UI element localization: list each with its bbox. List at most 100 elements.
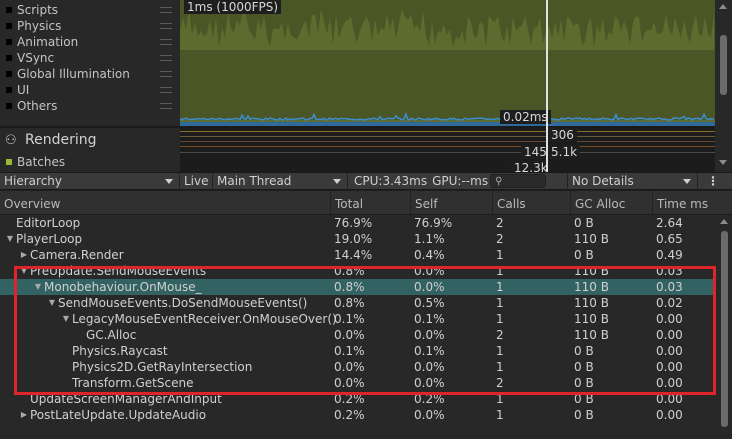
scroll-thumb[interactable] — [720, 35, 727, 95]
render-line — [180, 131, 715, 132]
chevron-down-icon — [333, 178, 341, 184]
expanded-arrow-icon[interactable]: ▼ — [32, 279, 44, 295]
cell-calls: 1 — [496, 360, 504, 374]
cell-gc: 110 B — [574, 328, 609, 342]
live-toggle[interactable]: Live — [180, 174, 212, 188]
cell-time: 0.00 — [656, 408, 683, 422]
drag-handle-icon[interactable] — [160, 103, 172, 109]
table-row[interactable]: Transform.GetScene 0.0% 0.0% 2 0 B 0.00 — [0, 375, 716, 391]
cell-total: 76.9% — [334, 216, 373, 230]
table-row[interactable]: GC.Alloc 0.0% 0.0% 2 110 B 0.00 — [0, 327, 716, 343]
drag-handle-icon[interactable] — [160, 87, 172, 93]
legend-item[interactable]: UI — [6, 82, 176, 98]
legend-item[interactable]: Physics — [6, 18, 176, 34]
table-row[interactable]: ▼ PlayerLoop 19.0% 1.1% 2 110 B 0.65 — [0, 231, 716, 247]
chevron-down-icon — [683, 178, 691, 184]
legend-label: Global Illumination — [17, 67, 130, 81]
expanded-arrow-icon[interactable]: ▼ — [46, 295, 58, 311]
row-name-cell: ▼ Monobehaviour.OnMouse_ — [32, 279, 202, 295]
drag-handle-icon[interactable] — [160, 55, 172, 61]
drag-handle-icon[interactable] — [160, 7, 172, 13]
frame-cursor[interactable] — [546, 0, 548, 172]
legend-item[interactable]: Global Illumination — [6, 66, 176, 82]
drag-handle-icon[interactable] — [160, 23, 172, 29]
scroll-up-icon[interactable] — [719, 4, 727, 9]
cell-gc: 110 B — [574, 232, 609, 246]
table-row[interactable]: ▶ Camera.Render 14.4% 0.4% 1 0 B 0.49 — [0, 247, 716, 263]
collapsed-arrow-icon[interactable]: ▶ — [18, 407, 30, 423]
column-header[interactable]: Time ms — [652, 191, 712, 215]
cell-self: 0.1% — [414, 344, 445, 358]
render-value-12.3k: 12.3k — [511, 161, 551, 172]
rendering-chart[interactable]: 306 145 5.1k 12.3k — [180, 126, 715, 172]
rendering-title: Rendering — [25, 132, 97, 148]
legend-swatch — [6, 55, 12, 61]
collapsed-arrow-icon[interactable]: ▶ — [18, 247, 30, 263]
legend-label: Others — [17, 99, 58, 113]
search-field[interactable]: ⚲ — [490, 174, 547, 188]
scroll-up-icon[interactable] — [720, 219, 728, 224]
cell-total: 0.2% — [334, 392, 365, 406]
cell-total: 0.0% — [334, 360, 365, 374]
table-scrollbar[interactable] — [716, 215, 732, 439]
legend-item[interactable]: VSync — [6, 50, 176, 66]
details-dropdown[interactable]: No Details — [567, 172, 698, 190]
column-header[interactable]: Overview — [0, 191, 334, 215]
column-header[interactable]: GC Alloc — [570, 191, 652, 215]
expanded-arrow-icon[interactable]: ▼ — [60, 311, 72, 327]
more-options-icon[interactable]: ⋮ — [707, 175, 719, 188]
batches-legend-item[interactable]: Batches — [6, 155, 65, 169]
legend-swatch — [6, 71, 12, 77]
render-value-5.1k: 5.1k — [548, 145, 581, 159]
legend-label: Animation — [17, 35, 79, 49]
cell-time: 0.49 — [656, 248, 683, 262]
table-row[interactable]: ▼ Monobehaviour.OnMouse_ 0.8% 0.0% 1 110 B 0.0… — [0, 279, 716, 295]
view-mode-dropdown[interactable]: Hierarchy — [0, 172, 180, 190]
cpu-legend: Scripts Physics Animation VSync Global Illum… — [0, 0, 180, 126]
row-name-cell — [18, 423, 30, 439]
cell-calls: 1 — [496, 408, 504, 422]
row-name-cell: Transform.GetScene — [60, 375, 193, 391]
table-row[interactable]: ▼ LegacyMouseEventReceiver.OnMouseOver() 0… — [0, 311, 716, 327]
gpu-time-label: GPU:--ms — [432, 174, 489, 188]
table-row[interactable]: UpdateScreenManagerAndInput 0.2% 0.2% 1 0 B 0… — [0, 391, 716, 407]
drag-handle-icon[interactable] — [160, 39, 172, 45]
cell-total: 0.1% — [334, 312, 365, 326]
legend-item[interactable]: Scripts — [6, 2, 176, 18]
legend-item[interactable]: Others — [6, 98, 176, 114]
cell-calls: 1 — [496, 344, 504, 358]
column-header[interactable]: Total — [330, 191, 410, 215]
drag-handle-icon[interactable] — [160, 71, 172, 77]
chart-scrollbar[interactable] — [715, 0, 732, 172]
column-header[interactable]: Calls — [492, 191, 570, 215]
frame-ms-label: 0.02ms — [500, 110, 551, 124]
table-row[interactable]: Physics.Raycast 0.1% 0.1% 1 0 B 0.00 — [0, 343, 716, 359]
column-header[interactable]: Self — [410, 191, 492, 215]
rendering-icon: ⚇ — [5, 133, 17, 148]
thread-dropdown[interactable]: Main Thread — [212, 172, 348, 190]
cell-self: 76.9% — [414, 216, 453, 230]
legend-swatch — [6, 23, 12, 29]
scroll-thumb[interactable] — [721, 231, 728, 427]
cell-gc: 0 B — [574, 360, 594, 374]
batches-swatch — [6, 159, 12, 165]
table-row[interactable]: EditorLoop 76.9% 76.9% 2 0 B 2.64 — [0, 215, 716, 231]
cell-time: 0.03 — [656, 264, 683, 278]
cpu-usage-chart[interactable]: 1ms (1000FPS) 0.02ms — [180, 0, 715, 126]
table-row[interactable] — [0, 423, 716, 439]
row-name-cell: UpdateScreenManagerAndInput — [18, 391, 222, 407]
cpu-graph — [180, 8, 715, 126]
cell-total: 0.8% — [334, 264, 365, 278]
expanded-arrow-icon[interactable]: ▼ — [18, 263, 30, 279]
hierarchy-table: Overview Total Self Calls GC Alloc Time ms Ed… — [0, 191, 732, 439]
cell-calls: 2 — [496, 232, 504, 246]
table-row[interactable]: ▶ PostLateUpdate.UpdateAudio 0.2% 0.0% 1 0 B 0… — [0, 407, 716, 423]
scroll-down-icon[interactable] — [719, 160, 727, 165]
legend-item[interactable]: Animation — [6, 34, 176, 50]
cell-gc: 110 B — [574, 296, 609, 310]
row-name: Physics2D.GetRayIntersection — [72, 360, 253, 374]
expanded-arrow-icon[interactable]: ▼ — [4, 231, 16, 247]
table-row[interactable]: ▼ PreUpdate.SendMouseEvents 0.8% 0.0% 1 110 B… — [0, 263, 716, 279]
table-row[interactable]: Physics2D.GetRayIntersection 0.0% 0.0% 1 0 B… — [0, 359, 716, 375]
table-row[interactable]: ▼ SendMouseEvents.DoSendMouseEvents() 0.8%… — [0, 295, 716, 311]
